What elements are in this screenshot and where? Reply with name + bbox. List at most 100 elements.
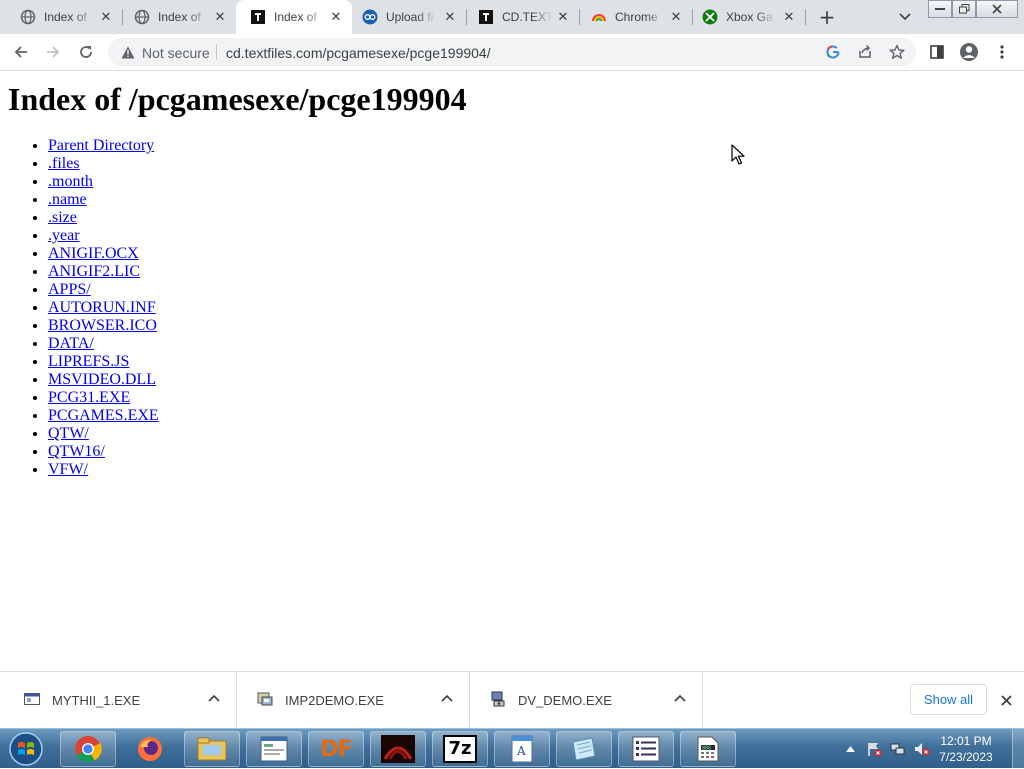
download-item-3[interactable]: DV_DEMO.EXE: [470, 672, 703, 728]
list-item: .name: [48, 191, 159, 209]
list-item: .files: [48, 155, 159, 173]
tab-6[interactable]: Chrome ✕: [579, 0, 693, 34]
link-files[interactable]: .files: [48, 155, 80, 172]
link-pcg31-exe[interactable]: PCG31.EXE: [48, 389, 130, 406]
tab-3-active[interactable]: Index of ✕: [236, 0, 352, 34]
window-app-icon[interactable]: [246, 731, 302, 767]
close-icon[interactable]: ✕: [212, 9, 228, 25]
close-icon[interactable]: ✕: [781, 9, 797, 25]
tab-title: Xbox Ga: [726, 10, 773, 24]
link-vfw[interactable]: VFW/: [48, 461, 88, 478]
df-label: DF: [320, 736, 352, 762]
firefox-icon[interactable]: [122, 731, 178, 767]
tab-separator: [805, 9, 806, 25]
system-clock[interactable]: 12:01 PM 7/23/2023: [930, 733, 1002, 765]
restore-button[interactable]: [952, 0, 976, 18]
link-liprefs-js[interactable]: LIPREFS.JS: [48, 353, 129, 370]
download-item-1[interactable]: MYTHII_1.EXE: [4, 672, 237, 728]
link-apps[interactable]: APPS/: [48, 281, 91, 298]
chevron-up-icon[interactable]: [439, 690, 455, 706]
show-desktop-button[interactable]: [1012, 729, 1024, 769]
tab-strip: Index of ✕ Index of ✕ Index of ✕ Upload …: [0, 0, 1024, 34]
link-pcgames-exe[interactable]: PCGAMES.EXE: [48, 407, 159, 424]
tab-title: CD.TEXTF: [502, 10, 552, 24]
tray-expand-icon[interactable]: [842, 729, 858, 769]
profile-avatar-icon[interactable]: [957, 40, 981, 64]
list-item: QTW/: [48, 425, 159, 443]
tab-5[interactable]: CD.TEXTF ✕: [466, 0, 580, 34]
start-button[interactable]: [6, 730, 46, 768]
textfiles-icon: [478, 9, 494, 25]
window-close-button[interactable]: [976, 0, 1018, 18]
list-icon[interactable]: [618, 731, 674, 767]
download-filename: IMP2DEMO.EXE: [285, 693, 384, 708]
close-icon[interactable]: ✕: [328, 9, 344, 25]
minimize-button[interactable]: [928, 0, 952, 18]
bookmark-star-icon[interactable]: [888, 43, 906, 61]
google-lens-icon[interactable]: [824, 43, 842, 61]
show-all-button[interactable]: Show all: [910, 684, 987, 715]
tab-search-chevron-icon[interactable]: [896, 8, 914, 26]
red-app-icon[interactable]: [370, 731, 426, 767]
link-parent-directory[interactable]: Parent Directory: [48, 137, 154, 154]
mouse-cursor-icon: [731, 144, 747, 166]
exe-window-icon: [24, 691, 40, 707]
tab-1[interactable]: Index of ✕: [0, 0, 123, 34]
close-icon[interactable]: ✕: [442, 9, 458, 25]
link-browser-ico[interactable]: BROWSER.ICO: [48, 317, 157, 334]
chevron-up-icon[interactable]: [672, 690, 688, 706]
df-icon[interactable]: DF: [308, 731, 364, 767]
link-msvideo-dll[interactable]: MSVIDEO.DLL: [48, 371, 156, 388]
side-panel-icon[interactable]: [925, 40, 949, 64]
link-autorun-inf[interactable]: AUTORUN.INF: [48, 299, 156, 316]
url-text[interactable]: cd.textfiles.com/pcgamesexe/pcge199904/: [226, 45, 491, 61]
volume-muted-icon[interactable]: [912, 729, 932, 769]
explorer-icon[interactable]: [184, 731, 240, 767]
link-qtw16[interactable]: QTW16/: [48, 443, 105, 460]
list-item: .month: [48, 173, 159, 191]
list-item: QTW16/: [48, 443, 159, 461]
tab-7[interactable]: Xbox Ga ✕: [692, 0, 806, 34]
tab-title: Chrome: [615, 10, 658, 24]
installer-icon: [257, 691, 273, 707]
flag-alert-icon[interactable]: [864, 729, 884, 769]
download-shelf: MYTHII_1.EXE IMP2DEMO.EXE DV_DEMO.EXE Sh…: [0, 671, 1024, 728]
link-size[interactable]: .size: [48, 209, 77, 226]
tab-2[interactable]: Index of ✕: [122, 0, 236, 34]
network-icon[interactable]: [888, 729, 908, 769]
close-shelf-icon[interactable]: [996, 690, 1016, 710]
download-item-2[interactable]: IMP2DEMO.EXE: [237, 672, 470, 728]
tab-4[interactable]: Upload fi ✕: [352, 0, 467, 34]
upload-icon: [362, 9, 378, 25]
close-icon[interactable]: ✕: [555, 9, 571, 25]
link-qtw[interactable]: QTW/: [48, 425, 89, 442]
notepad-icon[interactable]: [556, 731, 612, 767]
list-item: ANIGIF.OCX: [48, 245, 159, 263]
address-bar[interactable]: Not secure cd.textfiles.com/pcgamesexe/p…: [108, 38, 916, 66]
browser-toolbar: Not secure cd.textfiles.com/pcgamesexe/p…: [0, 34, 1024, 71]
calc-icon[interactable]: 888: [680, 731, 736, 767]
forward-button[interactable]: [41, 40, 65, 64]
close-icon[interactable]: ✕: [98, 9, 114, 25]
link-name[interactable]: .name: [48, 191, 87, 208]
security-label[interactable]: Not secure: [142, 45, 210, 61]
list-item: Parent Directory: [48, 137, 159, 155]
close-icon[interactable]: ✕: [668, 9, 684, 25]
link-data[interactable]: DATA/: [48, 335, 94, 352]
link-year[interactable]: .year: [48, 227, 80, 244]
link-anigif-ocx[interactable]: ANIGIF.OCX: [48, 245, 139, 262]
share-icon[interactable]: [856, 43, 874, 61]
link-anigif2-lic[interactable]: ANIGIF2.LIC: [48, 263, 140, 280]
wordpad-icon[interactable]: A: [494, 731, 550, 767]
list-item: .year: [48, 227, 159, 245]
link-month[interactable]: .month: [48, 173, 93, 190]
warning-icon[interactable]: [120, 44, 136, 60]
list-item: APPS/: [48, 281, 159, 299]
reload-button[interactable]: [74, 40, 98, 64]
chevron-up-icon[interactable]: [206, 690, 222, 706]
back-button[interactable]: [9, 40, 33, 64]
7zip-icon[interactable]: 7z: [432, 731, 488, 767]
new-tab-button[interactable]: +: [815, 5, 839, 29]
kebab-menu-icon[interactable]: [990, 40, 1014, 64]
chrome-icon[interactable]: [60, 731, 116, 767]
